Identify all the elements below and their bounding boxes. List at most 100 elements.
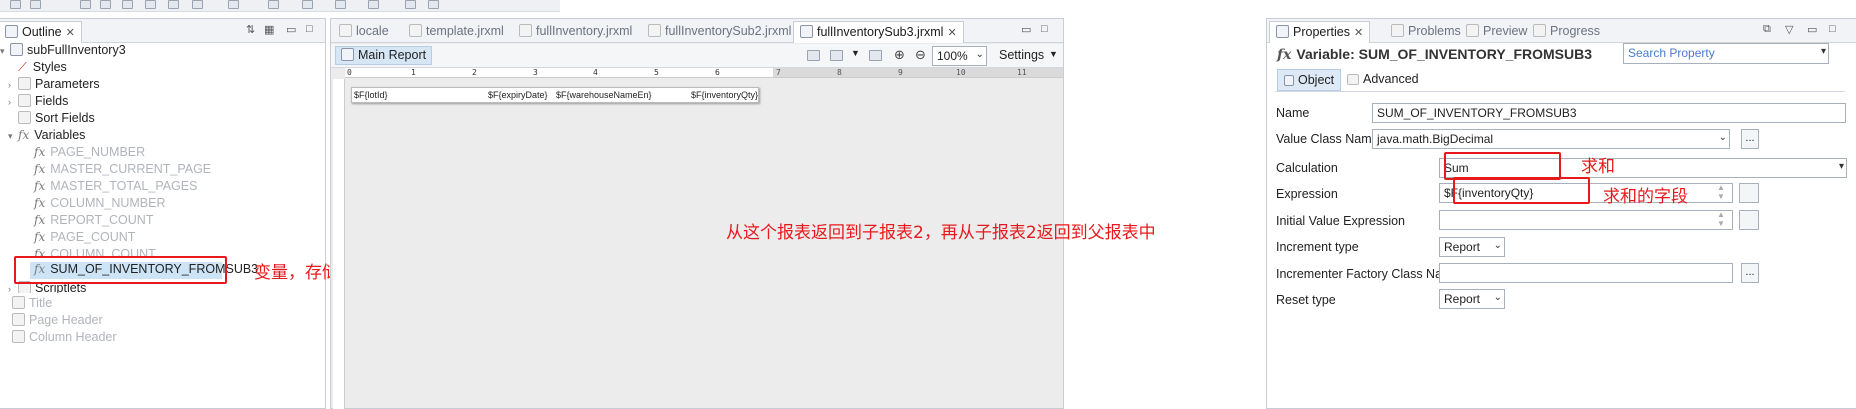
- subtab-advanced[interactable]: Advanced: [1341, 69, 1425, 91]
- close-icon[interactable]: ✕: [947, 27, 956, 39]
- layout-icon[interactable]: [807, 50, 820, 61]
- sort-icon[interactable]: ⇅: [246, 23, 255, 36]
- compile-icon[interactable]: [122, 0, 133, 9]
- reset-type-combo[interactable]: Report ⌄: [1439, 289, 1505, 309]
- variable-item[interactable]: fx MASTER_TOTAL_PAGES: [34, 179, 197, 196]
- tab-full-inventory-sub3[interactable]: fullInventorySub3.jrxml ✕: [793, 21, 964, 43]
- initial-value-spinner[interactable]: ▲ ▼: [1715, 210, 1727, 230]
- save-all-icon[interactable]: [30, 0, 41, 9]
- save-icon[interactable]: [10, 0, 21, 9]
- minimize-icon[interactable]: ▭: [1021, 23, 1031, 36]
- tab-label: Preview: [1483, 24, 1528, 38]
- export-icon[interactable]: [100, 0, 111, 9]
- undo-icon[interactable]: [405, 0, 416, 9]
- tree-item-column-header[interactable]: Column Header: [12, 330, 117, 347]
- variable-item[interactable]: fx PAGE_NUMBER: [34, 145, 145, 162]
- chevron-down-icon[interactable]: ▼: [851, 48, 860, 58]
- field-expiry-date[interactable]: $F{expiryDate}: [488, 90, 548, 100]
- view-menu-icon[interactable]: ▽: [1785, 23, 1793, 36]
- close-icon[interactable]: ✕: [1354, 27, 1363, 39]
- collapse-arrow-icon[interactable]: ▾: [8, 131, 18, 142]
- tab-problems[interactable]: Problems: [1385, 21, 1467, 43]
- properties-panel: Properties ✕ Problems Preview Progress ⧉ …: [1266, 18, 1856, 409]
- zoom-select[interactable]: 100% ⌄: [932, 46, 987, 66]
- tab-preview[interactable]: Preview: [1460, 21, 1533, 43]
- tab-template[interactable]: template.jrxml: [403, 21, 510, 43]
- tree-item-page-header[interactable]: Page Header: [12, 313, 103, 330]
- tab-full-inventory-sub2[interactable]: fullInventorySub2.jrxml: [642, 21, 797, 43]
- preview-icon[interactable]: [168, 0, 179, 9]
- name-field[interactable]: SUM_OF_INVENTORY_FROMSUB3: [1372, 103, 1846, 123]
- nav-icon[interactable]: [268, 0, 279, 9]
- tree-item-column-header-label: Column Header: [29, 330, 117, 344]
- expression-spinner[interactable]: ▲ ▼: [1715, 183, 1727, 203]
- browse-factory-button[interactable]: ...: [1741, 263, 1759, 283]
- tree-item-fields[interactable]: › Fields: [8, 94, 68, 111]
- variable-item[interactable]: fx MASTER_CURRENT_PAGE: [34, 162, 211, 179]
- editor-toolbar: Main Report ▼ ⊕ ⊖ 100% ⌄ Settings ▼: [331, 44, 1063, 68]
- expand-arrow-icon[interactable]: ›: [8, 80, 18, 90]
- tree-item-parameters[interactable]: › Parameters: [8, 77, 100, 94]
- browse-class-button[interactable]: ...: [1741, 129, 1759, 149]
- field-inventory-qty[interactable]: $F{inventoryQty}: [691, 90, 758, 100]
- variable-label: REPORT_COUNT: [50, 213, 154, 227]
- tab-outline[interactable]: Outline ✕: [0, 21, 82, 43]
- zoom-in-icon[interactable]: ⊕: [894, 47, 905, 63]
- fx-icon: fx: [1277, 47, 1292, 63]
- collapse-arrow-icon[interactable]: ▾: [0, 46, 10, 57]
- tab-progress[interactable]: Progress: [1527, 21, 1606, 43]
- tree-item-sort-fields[interactable]: Sort Fields: [8, 111, 95, 128]
- minimize-icon[interactable]: ▭: [1807, 23, 1817, 36]
- view-menu-icon[interactable]: ▦: [264, 23, 274, 36]
- incrementer-factory-field[interactable]: [1439, 263, 1733, 283]
- subtab-object[interactable]: Object: [1277, 69, 1342, 91]
- debug-icon[interactable]: [80, 0, 91, 9]
- new-window-icon[interactable]: ⧉: [1763, 23, 1771, 36]
- tree-item-styles[interactable]: ⟋ Styles: [8, 60, 67, 77]
- zoom-out-icon[interactable]: ⊖: [915, 47, 926, 63]
- variable-item[interactable]: fx PAGE_COUNT: [34, 230, 135, 247]
- increment-type-combo[interactable]: Report ⌄: [1439, 237, 1505, 257]
- main-report-button[interactable]: Main Report: [335, 46, 433, 65]
- maximize-icon[interactable]: □: [1829, 23, 1836, 35]
- tab-properties[interactable]: Properties ✕: [1269, 21, 1371, 43]
- search-property-input[interactable]: Search Property ▾: [1623, 43, 1829, 64]
- properties-header: fx Variable: SUM_OF_INVENTORY_FROMSUB3: [1277, 46, 1592, 63]
- initial-value-editor-button[interactable]: [1739, 210, 1759, 230]
- tab-locale[interactable]: locale: [333, 21, 395, 43]
- chevron-down-icon: ⌄: [975, 49, 984, 60]
- grid-icon[interactable]: [830, 50, 843, 61]
- history-back-icon[interactable]: [302, 0, 313, 9]
- expand-arrow-icon[interactable]: ›: [8, 284, 18, 293]
- variable-item[interactable]: fx REPORT_COUNT: [34, 213, 153, 230]
- redo-icon[interactable]: [428, 0, 439, 9]
- ruler-number: 5: [654, 68, 659, 77]
- settings-label[interactable]: Settings: [999, 48, 1044, 62]
- deploy-icon[interactable]: [192, 0, 203, 9]
- tree-item-title[interactable]: Title: [12, 296, 52, 313]
- progress-icon: [1533, 24, 1546, 37]
- chevron-down-icon[interactable]: ▼: [1049, 49, 1058, 59]
- value-class-combo[interactable]: java.math.BigDecimal ⌄: [1372, 129, 1730, 149]
- ruler-number: 6: [715, 68, 720, 77]
- variable-item[interactable]: fx COLUMN_NUMBER: [34, 196, 166, 213]
- tab-full-inventory[interactable]: fullInventory.jrxml: [513, 21, 638, 43]
- field-lot-id[interactable]: $F{lotId}: [354, 90, 388, 100]
- back-arrow-icon[interactable]: [335, 0, 346, 9]
- detail-band[interactable]: $F{lotId} $F{expiryDate} $F{warehouseNam…: [351, 87, 759, 103]
- tree-item-variables[interactable]: ▾ fx Variables: [8, 128, 85, 145]
- expression-editor-button[interactable]: [1739, 183, 1759, 203]
- tree-root[interactable]: ▾ subFullInventory3: [0, 43, 126, 60]
- maximize-icon[interactable]: □: [306, 23, 313, 35]
- close-icon[interactable]: ✕: [66, 27, 75, 39]
- minimize-icon[interactable]: ▭: [286, 23, 296, 36]
- expand-arrow-icon[interactable]: ›: [8, 97, 18, 107]
- forward-arrow-icon[interactable]: [368, 0, 379, 9]
- tools-icon[interactable]: [228, 0, 239, 9]
- export-icon[interactable]: [869, 50, 882, 61]
- run-icon[interactable]: [145, 0, 156, 9]
- tab-label: fullInventorySub2.jrxml: [665, 24, 792, 38]
- initial-value-field[interactable]: [1439, 210, 1733, 230]
- maximize-icon[interactable]: □: [1041, 23, 1048, 35]
- field-warehouse-name[interactable]: $F{warehouseNameEn}: [556, 90, 652, 100]
